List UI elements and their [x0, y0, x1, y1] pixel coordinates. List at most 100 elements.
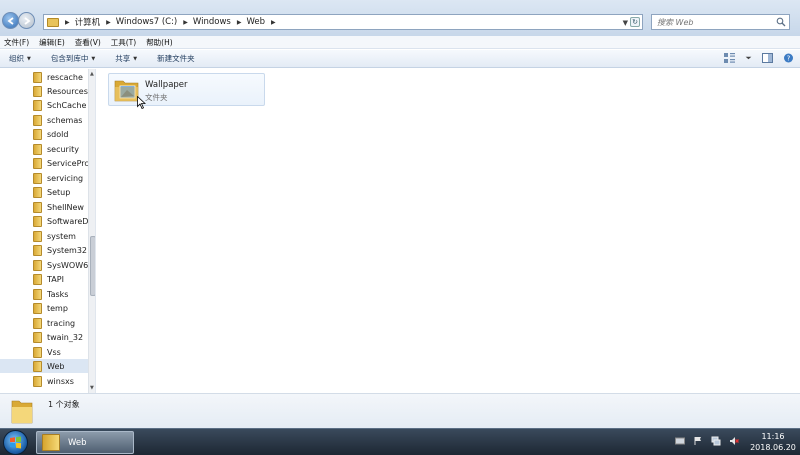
taskbar-window-label: Web — [68, 437, 87, 448]
tree-item-label: sdold — [47, 129, 69, 139]
tree-item-label: ShellNew — [47, 202, 84, 212]
breadcrumb-arrow-icon[interactable]: ▶ — [271, 19, 276, 26]
search-input[interactable] — [652, 15, 772, 29]
tree-item-label: Resources — [47, 86, 88, 96]
help-icon[interactable]: ? — [783, 53, 794, 63]
tree-item-label: rescache — [47, 72, 83, 82]
new-folder-button[interactable]: 新建文件夹 — [157, 53, 195, 64]
tree-item-setup[interactable]: Setup — [33, 185, 89, 199]
tree-item-servicing[interactable]: servicing — [33, 171, 89, 185]
tree-item-vss[interactable]: Vss — [33, 345, 89, 359]
nav-scrollbar[interactable]: ▲ ▼ — [88, 69, 95, 393]
tree-item-serviceprofiles[interactable]: ServicePrc — [33, 156, 89, 170]
search-box[interactable] — [651, 14, 790, 30]
taskbar-window-web[interactable]: Web — [36, 431, 134, 454]
tree-item-tapi[interactable]: TAPI — [33, 272, 89, 286]
tree-item-sdold[interactable]: sdold — [33, 127, 89, 141]
tree-item-label: TAPI — [47, 274, 64, 284]
windows-logo-icon — [10, 436, 21, 449]
folder-name: Wallpaper — [145, 80, 188, 90]
scroll-up-icon[interactable]: ▲ — [90, 71, 94, 77]
breadcrumb-arrow-icon[interactable]: ▶ — [183, 19, 188, 26]
forward-button[interactable] — [18, 12, 35, 29]
view-options-icon[interactable] — [724, 53, 735, 63]
scroll-thumb[interactable] — [90, 236, 95, 296]
tree-item-label: winsxs — [47, 376, 74, 386]
menu-view[interactable]: 查看(V) — [75, 37, 101, 48]
start-button[interactable] — [3, 430, 28, 455]
include-library-label: 包含到库中 — [50, 54, 89, 63]
breadcrumb-computer[interactable]: 计算机 — [75, 16, 101, 28]
tree-item-temp[interactable]: temp — [33, 301, 89, 315]
clock-time: 11:16 — [761, 432, 785, 441]
tree-item-label: SysWOW6 — [47, 260, 89, 270]
flag-icon[interactable] — [693, 436, 703, 446]
network-icon[interactable] — [711, 436, 721, 446]
tree-item-softwaredistribution[interactable]: SoftwareD — [33, 214, 89, 228]
folder-icon — [33, 157, 42, 169]
organize-button[interactable]: 组织 ▼ — [9, 53, 31, 64]
tree-item-security[interactable]: security — [33, 142, 89, 156]
chevron-down-icon: ▼ — [91, 55, 96, 62]
tree-item-label: Tasks — [47, 289, 69, 299]
share-label: 共享 — [115, 54, 131, 63]
tree-item-syswow64[interactable]: SysWOW6 — [33, 258, 89, 272]
volume-muted-icon[interactable] — [729, 436, 739, 446]
tree-item-resources[interactable]: Resources — [33, 84, 89, 98]
preview-pane-icon[interactable] — [762, 53, 773, 63]
tree-item-schcache[interactable]: SchCache — [33, 98, 89, 112]
menu-bar: 文件(F) 编辑(E) 查看(V) 工具(T) 帮助(H) — [0, 36, 800, 49]
tree-item-system32[interactable]: System32 — [33, 243, 89, 257]
tree-item-tasks[interactable]: Tasks — [33, 287, 89, 301]
tree-item-label: twain_32 — [47, 332, 84, 342]
tree-item-rescache[interactable]: rescache — [33, 70, 89, 84]
navigation-pane: rescache Resources SchCache schemas sdol… — [0, 69, 96, 393]
details-pane: 1 个对象 — [0, 393, 800, 428]
folder-icon — [33, 128, 42, 140]
tree-item-label: System32 — [47, 245, 88, 255]
breadcrumb-arrow-icon[interactable]: ▶ — [65, 19, 70, 26]
share-button[interactable]: 共享 ▼ — [115, 53, 137, 64]
folder-tile-wallpaper[interactable]: Wallpaper 文件夹 — [108, 73, 265, 106]
include-library-button[interactable]: 包含到库中 ▼ — [51, 53, 95, 64]
folder-icon — [33, 143, 42, 155]
breadcrumb-arrow-icon[interactable]: ▶ — [237, 19, 242, 26]
address-box[interactable]: ▶ 计算机 ▶ Windows7 (C:) ▶ Windows ▶ Web ▶ … — [43, 14, 643, 30]
keyboard-icon[interactable] — [675, 436, 685, 446]
tree-item-tracing[interactable]: tracing — [33, 316, 89, 330]
menu-edit[interactable]: 编辑(E) — [39, 37, 65, 48]
back-button[interactable] — [2, 12, 19, 29]
menu-tools[interactable]: 工具(T) — [111, 37, 136, 48]
folder-icon — [33, 346, 42, 358]
address-bar-row: ▶ 计算机 ▶ Windows7 (C:) ▶ Windows ▶ Web ▶ … — [0, 0, 800, 36]
menu-help[interactable]: 帮助(H) — [146, 37, 173, 48]
refresh-icon[interactable]: ↻ — [630, 17, 640, 27]
chevron-down-icon[interactable] — [745, 53, 752, 63]
search-icon[interactable] — [776, 17, 786, 27]
folder-icon — [33, 331, 42, 343]
breadcrumb-drive[interactable]: Windows7 (C:) — [116, 17, 177, 27]
tree-item-winsxs[interactable]: winsxs — [33, 374, 89, 388]
address-dropdown-icon[interactable]: ▼ — [623, 19, 628, 27]
breadcrumb-web[interactable]: Web — [246, 17, 265, 27]
scroll-down-icon[interactable]: ▼ — [90, 385, 94, 391]
tree-item-label: SchCache — [47, 100, 87, 110]
taskbar: Web 11:16 2018.06.20 — [0, 428, 800, 455]
folder-icon — [33, 99, 42, 111]
clock[interactable]: 11:16 2018.06.20 — [749, 431, 797, 453]
tree-item-label: system — [47, 231, 76, 241]
folder-icon — [47, 17, 59, 27]
tree-item-twain-32[interactable]: twain_32 — [33, 330, 89, 344]
breadcrumb-arrow-icon[interactable]: ▶ — [106, 19, 111, 26]
tree-item-web[interactable]: Web — [0, 359, 89, 373]
tree-item-label: Web — [47, 361, 65, 371]
tree-item-label: security — [47, 144, 79, 154]
folder-icon — [42, 434, 60, 451]
tree-item-shellnew[interactable]: ShellNew — [33, 200, 89, 214]
file-list: Wallpaper 文件夹 — [97, 69, 800, 393]
tree-item-system[interactable]: system — [33, 229, 89, 243]
folder-icon — [33, 244, 42, 256]
tree-item-schemas[interactable]: schemas — [33, 113, 89, 127]
breadcrumb-windows[interactable]: Windows — [193, 17, 231, 27]
menu-file[interactable]: 文件(F) — [4, 37, 29, 48]
